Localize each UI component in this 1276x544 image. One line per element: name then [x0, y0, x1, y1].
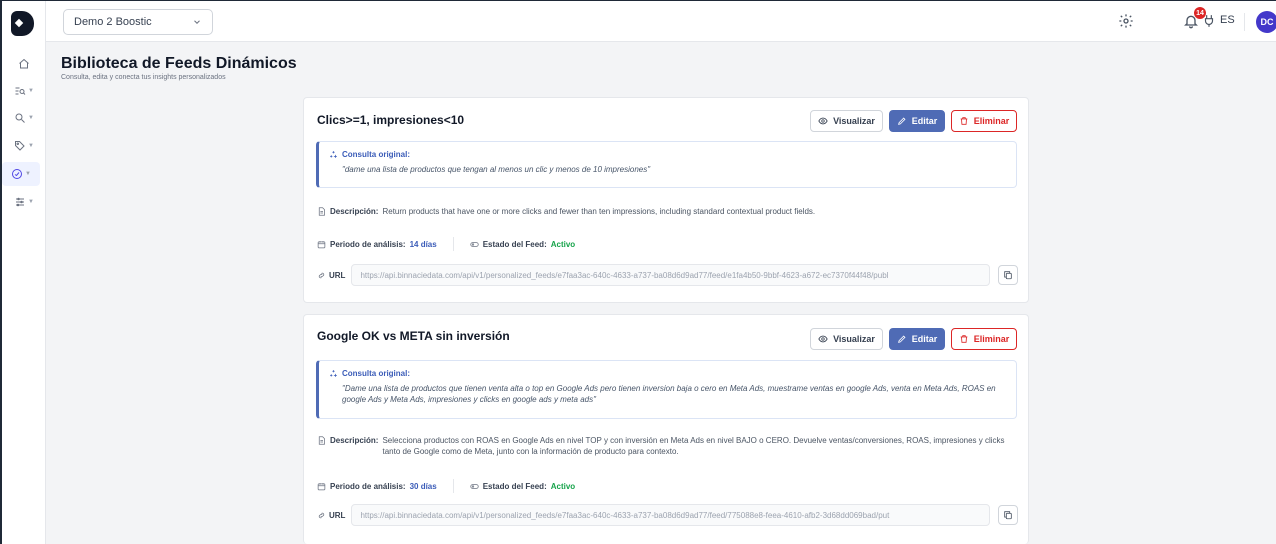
delete-button[interactable]: Eliminar	[951, 110, 1017, 132]
original-query-box: Consulta original: "dame una lista de pr…	[316, 141, 1017, 188]
store-select[interactable]: Demo 2 Boostic	[63, 9, 213, 35]
chevron-down-icon: ▼	[28, 88, 34, 94]
search-icon	[15, 113, 25, 123]
plug-icon[interactable]	[1202, 14, 1216, 28]
description-text: Selecciona productos con ROAS en Google …	[382, 436, 1005, 456]
feed-status-label: Estado del Feed:	[482, 481, 547, 491]
feed-status-value: Activo	[550, 239, 576, 249]
description-row: Descripción: Selecciona productos con RO…	[317, 435, 1017, 457]
sidebar-item-feeds[interactable]: ▼	[2, 162, 40, 186]
feed-card: Clics>=1, impresiones<10 Visualizar Edit…	[303, 97, 1029, 303]
link-icon	[318, 272, 325, 278]
document-icon	[318, 436, 325, 445]
description-label: Descripción:	[330, 207, 379, 216]
sparkles-icon	[330, 151, 337, 158]
sidebar-item-search[interactable]: ▼	[6, 106, 42, 130]
feed-title: Clics>=1, impresiones<10	[317, 113, 465, 127]
edit-button-label: Editar	[911, 116, 938, 126]
delete-button-label: Eliminar	[973, 334, 1010, 344]
view-button[interactable]: Visualizar	[810, 328, 883, 350]
tag-icon	[15, 141, 25, 151]
url-label: URL	[329, 270, 346, 280]
edit-button[interactable]: Editar	[889, 110, 945, 132]
original-query-label: Consulta original:	[342, 150, 410, 159]
document-icon	[318, 207, 325, 216]
trash-icon	[960, 335, 968, 343]
view-button[interactable]: Visualizar	[810, 110, 883, 132]
store-select-value: Demo 2 Boostic	[74, 16, 152, 28]
feed-card: Google OK vs META sin inversión Visualiz…	[303, 314, 1029, 544]
feed-url-field[interactable]: https://api.binnaciedata.com/api/v1/pers…	[351, 264, 990, 286]
sidebar-item-home[interactable]	[6, 52, 42, 76]
link-icon	[318, 512, 325, 518]
sparkles-icon	[330, 370, 337, 377]
delete-button[interactable]: Eliminar	[951, 328, 1017, 350]
gear-icon[interactable]	[1118, 13, 1134, 29]
page-subtitle: Consulta, edita y conecta tus insights p…	[61, 74, 226, 81]
eye-icon	[818, 117, 828, 125]
copy-url-button[interactable]	[998, 505, 1018, 525]
sidebar-item-settings[interactable]: ▼	[6, 190, 42, 214]
description-label: Descripción:	[330, 436, 379, 445]
original-query-text: "Dame una lista de productos que tienen …	[342, 384, 996, 404]
calendar-icon	[317, 240, 326, 248]
copy-icon	[1004, 511, 1012, 520]
edit-button-label: Editar	[911, 334, 938, 344]
original-query-label: Consulta original:	[342, 369, 410, 378]
trash-icon	[960, 117, 968, 125]
app-logo[interactable]	[11, 11, 34, 36]
language-selector[interactable]: ES	[1220, 14, 1235, 26]
analysis-period-label: Periodo de análisis:	[330, 481, 406, 491]
sliders-icon	[16, 197, 25, 207]
calendar-icon	[317, 482, 326, 490]
chevron-down-icon: ▼	[28, 199, 34, 205]
url-label: URL	[329, 510, 346, 520]
original-query-text: "dame una lista de productos que tengan …	[342, 165, 651, 174]
toggle-icon	[470, 241, 479, 247]
feed-title: Google OK vs META sin inversión	[317, 329, 510, 343]
avatar[interactable]: DC	[1256, 11, 1276, 33]
pencil-icon	[897, 335, 906, 343]
copy-icon	[1004, 271, 1012, 280]
view-button-label: Visualizar	[833, 334, 875, 344]
sidebar-item-tags[interactable]: ▼	[6, 134, 42, 158]
analysis-period-label: Periodo de análisis:	[330, 239, 406, 249]
description-row: Descripción: Return products that have o…	[317, 206, 1017, 217]
chevron-down-icon: ▼	[25, 171, 31, 177]
topbar: Demo 2 Boostic 14 ES DC	[46, 1, 1276, 42]
home-icon	[19, 58, 29, 69]
chevron-down-icon	[194, 20, 200, 24]
copy-url-button[interactable]	[998, 265, 1018, 285]
gauge-icon	[12, 169, 23, 179]
analysis-period-value: 14 días	[409, 239, 437, 249]
feed-status-value: Activo	[550, 481, 576, 491]
chevron-down-icon: ▼	[28, 115, 34, 121]
original-query-box: Consulta original: "Dame una lista de pr…	[316, 360, 1017, 419]
toggle-icon	[470, 483, 479, 489]
analysis-period-value: 30 días	[409, 481, 437, 491]
chevron-down-icon: ▼	[28, 143, 34, 149]
sidebar: ▼ ▼ ▼ ▼ ▼	[2, 1, 46, 544]
url-row: URL https://api.binnaciedata.com/api/v1/…	[317, 264, 1018, 286]
sidebar-item-reports[interactable]: ▼	[6, 79, 42, 103]
page-title: Biblioteca de Feeds Dinámicos	[61, 55, 297, 72]
feed-meta-row: Periodo de análisis: 14 días Estado del …	[317, 237, 575, 251]
url-row: URL https://api.binnaciedata.com/api/v1/…	[317, 504, 1018, 526]
pencil-icon	[897, 117, 906, 125]
feed-status-label: Estado del Feed:	[482, 239, 547, 249]
description-text: Return products that have one or more cl…	[382, 207, 816, 216]
feed-meta-row: Periodo de análisis: 30 días Estado del …	[317, 479, 575, 493]
list-search-icon	[15, 87, 26, 95]
view-button-label: Visualizar	[833, 116, 875, 126]
eye-icon	[818, 335, 828, 343]
edit-button[interactable]: Editar	[889, 328, 945, 350]
feed-url-field[interactable]: https://api.binnaciedata.com/api/v1/pers…	[351, 504, 990, 526]
delete-button-label: Eliminar	[973, 116, 1010, 126]
